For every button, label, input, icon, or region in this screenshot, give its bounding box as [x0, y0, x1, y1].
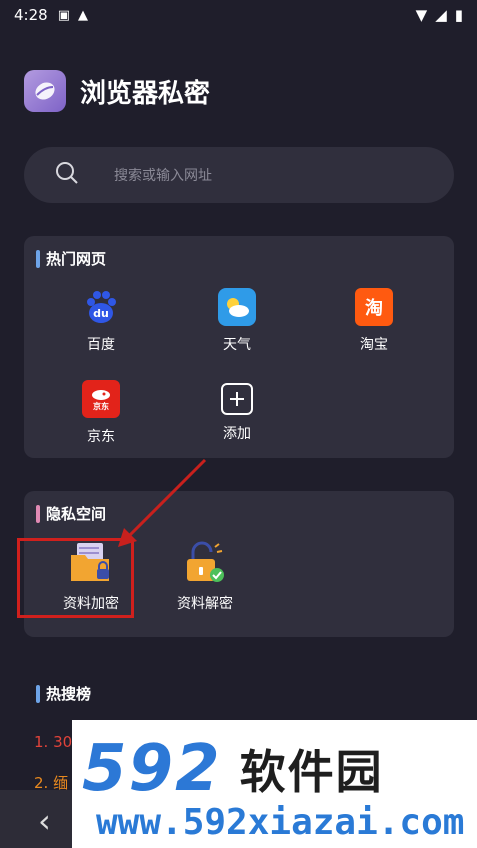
back-arrow-icon[interactable]: ‹	[38, 802, 51, 840]
hot-search-title-text: 热搜榜	[46, 685, 92, 703]
watermark-logo: 592 软件园	[82, 732, 477, 806]
watermark: 592 软件园 www.592xiazai.com	[72, 720, 477, 848]
hot-search-title: 热搜榜	[36, 683, 91, 704]
watermark-brand: 软件园	[239, 745, 384, 799]
title-bar	[36, 684, 40, 703]
hot-search-item[interactable]: 1. 30	[34, 733, 72, 751]
watermark-url: www.592xiazai.com	[96, 802, 465, 843]
watermark-number: 592	[82, 732, 222, 806]
